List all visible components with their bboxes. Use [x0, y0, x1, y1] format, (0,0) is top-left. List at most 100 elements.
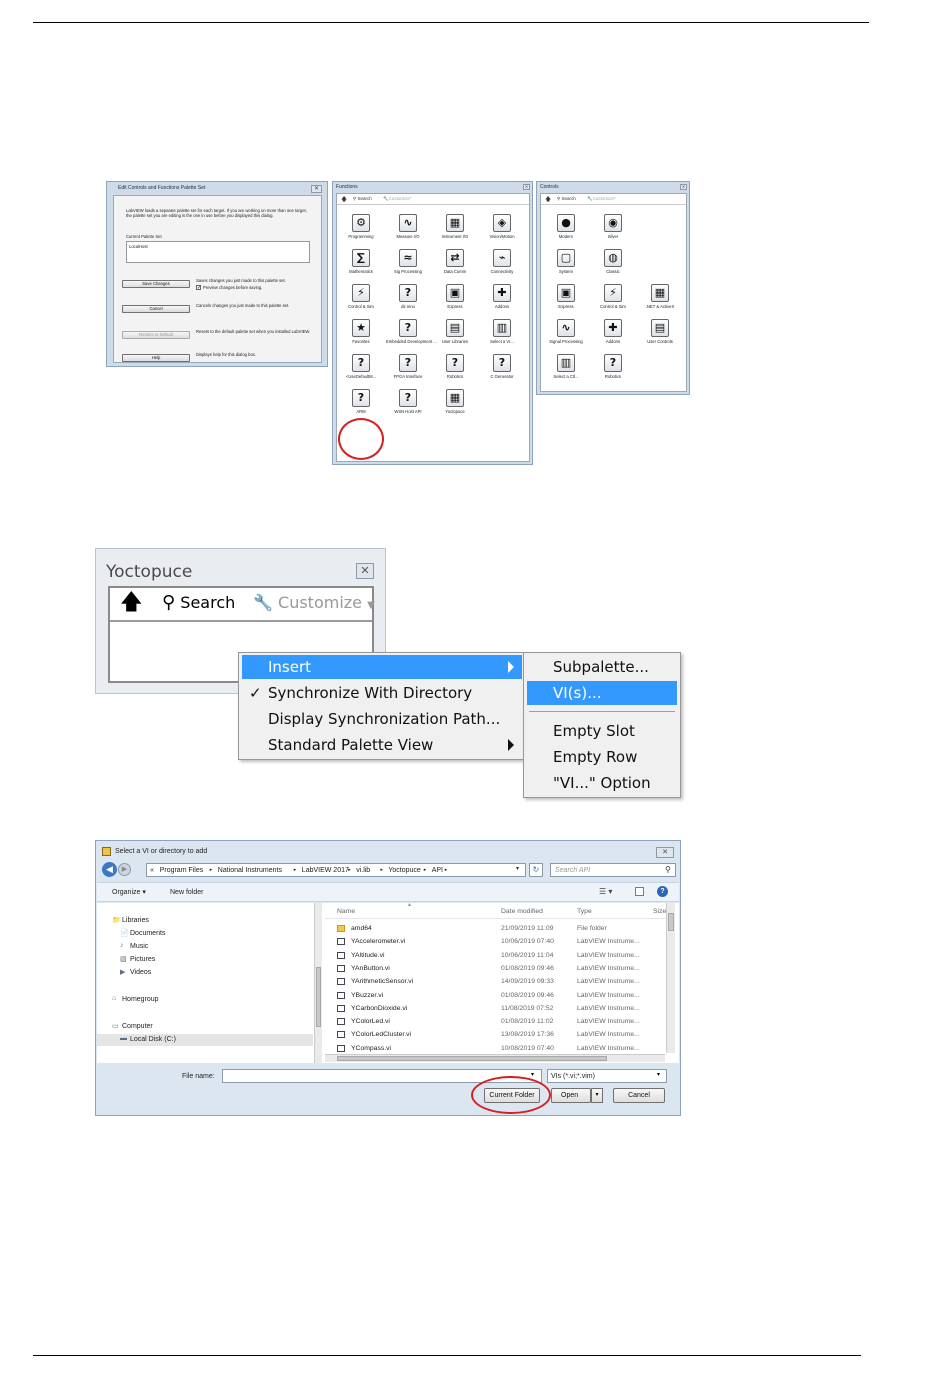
palette-item-silver[interactable]: ◉ Silver	[591, 214, 635, 248]
column-name[interactable]: Name	[337, 905, 355, 918]
filter-select[interactable]: VIs (*.vi;*.vim) ▾	[547, 1069, 667, 1083]
palette-item-wsn-host-api[interactable]: ? WSN Host API	[386, 389, 430, 423]
new-folder-button[interactable]: New folder	[170, 888, 203, 897]
filename-dropdown-icon[interactable]: ▾	[531, 1071, 534, 1078]
submenu-empty-row[interactable]: Empty Row	[527, 745, 677, 769]
file-row-amd64[interactable]: amd64 21/09/2019 11:09 File folder	[325, 922, 665, 935]
cancel-button[interactable]: Cancel	[613, 1088, 665, 1103]
palette-item-addons[interactable]: ✚ Addons	[480, 284, 524, 318]
file-row-yaltitude-vi[interactable]: YAltitude.vi 10/06/2019 11:04 LabVIEW Inst…	[325, 949, 665, 962]
refresh-button[interactable]: ↻	[529, 863, 543, 877]
nav-item-videos[interactable]: ▶ Videos	[97, 967, 313, 979]
nav-item-documents[interactable]: 📄 Documents	[97, 928, 313, 940]
vertical-scrollbar[interactable]	[666, 903, 675, 1053]
submenu-vis[interactable]: VI(s)...	[527, 681, 677, 705]
palette-item-robotics[interactable]: ? Robotics	[591, 354, 635, 388]
open-button[interactable]: Open	[551, 1088, 591, 1103]
submenu-subpalette[interactable]: Subpalette...	[527, 655, 677, 679]
file-row-ybuzzer-vi[interactable]: YBuzzer.vi 01/08/2019 09:46 LabVIEW Instru…	[325, 989, 665, 1002]
up-arrow-icon[interactable]: 🡅	[120, 590, 143, 616]
palette-item-select-a-vi[interactable]: ▥ Select a VI...	[480, 319, 524, 353]
palette-item-control-sim[interactable]: ⚡ Control & Sim	[591, 284, 635, 318]
address-bar[interactable]: «Program Files ▸ National Instruments ▸ LabV…	[146, 863, 526, 877]
cancel-button[interactable]: Cancel	[122, 305, 190, 313]
controls-search[interactable]: ⚲ Search	[557, 196, 576, 202]
file-row-yarithmeticsensor-vi[interactable]: YArithmeticSensor.vi 14/09/2019 09:33 LabV…	[325, 975, 665, 988]
horizontal-scrollbar[interactable]	[325, 1054, 665, 1062]
functions-customize[interactable]: 🔧Customize*	[383, 196, 412, 202]
restore-to-default-button[interactable]: Restore to Default	[122, 331, 190, 339]
palette-item-usedefaultm[interactable]: ? <UseDefaultM...	[339, 354, 383, 388]
help-button[interactable]: Help	[122, 354, 190, 362]
nav-scrollbar[interactable]	[314, 903, 322, 1063]
column-size[interactable]: Size	[653, 905, 666, 918]
forward-button[interactable]: ▶	[118, 863, 131, 876]
preview-pane-icon[interactable]	[635, 887, 644, 896]
breadcrumb-item[interactable]: Program Files	[160, 866, 204, 875]
open-dropdown-icon[interactable]: ▾	[591, 1088, 603, 1103]
submenu-vi-option[interactable]: "VI..." Option	[527, 771, 677, 795]
nav-item-pictures[interactable]: ▧ Pictures	[97, 954, 313, 966]
organize-menu[interactable]: Organize ▾	[112, 888, 146, 897]
palette-item-embedded-development[interactable]: ? Embedded Development ...	[386, 319, 437, 353]
palette-item-system[interactable]: ▢ System	[544, 249, 588, 283]
nav-item-homegroup[interactable]: ⌂ Homegroup	[97, 994, 313, 1006]
breadcrumb-item[interactable]: LabVIEW 2017	[302, 866, 349, 875]
palette-item-mathematics[interactable]: ∑ Mathematics	[339, 249, 383, 283]
palette-item-net-activex[interactable]: ▦ .NET & ActiveX	[638, 284, 682, 318]
functions-search[interactable]: ⚲ Search	[353, 196, 372, 202]
controls-customize[interactable]: 🔧Customize*	[587, 196, 616, 202]
nav-item-computer[interactable]: ▭ Computer	[97, 1021, 313, 1033]
menu-item-display-synchronization-path[interactable]: Display Synchronization Path...	[242, 707, 522, 731]
nav-item-local-disk-c[interactable]: ▬ Local Disk (C:)	[97, 1034, 313, 1046]
search-button[interactable]: ⚲ Search	[162, 593, 235, 613]
palette-item-signal-processing[interactable]: ∿ Signal Processing	[544, 319, 588, 353]
breadcrumb-item[interactable]: vi.lib	[356, 866, 370, 875]
palette-item-favorites[interactable]: ★ Favorites	[339, 319, 383, 353]
palette-item-programming[interactable]: ⚙ Programming	[339, 214, 383, 248]
nav-scroll-thumb[interactable]	[316, 967, 321, 1027]
file-row-ycolorledcluster-vi[interactable]: YColorLedCluster.vi 13/08/2019 17:36 LabVI…	[325, 1028, 665, 1041]
column-date[interactable]: Date modified	[501, 905, 543, 918]
customize-button[interactable]: 🔧 Customize ▼	[253, 593, 375, 616]
close-button[interactable]: ✕	[311, 185, 322, 193]
current-set-list[interactable]: LocalHost	[126, 241, 310, 263]
palette-item-fpga-interface[interactable]: ? FPGA Interface	[386, 354, 430, 388]
palette-item-addons[interactable]: ✚ Addons	[591, 319, 635, 353]
palette-item-yoctopuce[interactable]: ▦ Yoctopuce	[433, 389, 477, 423]
menu-item-standard-palette-view[interactable]: Standard Palette View	[242, 733, 522, 757]
palette-item-sig-processing[interactable]: ≈ Sig Processing	[386, 249, 430, 283]
menu-item-insert[interactable]: Insert	[242, 655, 522, 679]
palette-item-c-generator[interactable]: ? C Generator	[480, 354, 524, 388]
breadcrumb-item[interactable]: National Instruments	[218, 866, 282, 875]
palette-item-express[interactable]: ▣ Express	[433, 284, 477, 318]
view-options-icon[interactable]: ☰ ▾	[599, 887, 612, 896]
preview-checkbox[interactable]: ✓	[196, 285, 201, 291]
help-icon[interactable]: ?	[657, 886, 668, 897]
functions-close-button[interactable]: ✕	[523, 184, 530, 190]
breadcrumb-item[interactable]: API	[432, 866, 443, 875]
palette-item-data-comm[interactable]: ⇄ Data Comm	[433, 249, 477, 283]
palette-item-modern[interactable]: ● Modern	[544, 214, 588, 248]
yoctopuce-close-button[interactable]: ✕	[356, 563, 374, 579]
palette-item-connectivity[interactable]: ⌁ Connectivity	[480, 249, 524, 283]
vertical-scroll-thumb[interactable]	[668, 913, 674, 931]
palette-item-express[interactable]: ▣ Express	[544, 284, 588, 318]
nav-item-music[interactable]: ♪ Music	[97, 941, 313, 953]
file-row-yanbutton-vi[interactable]: YAnButton.vi 01/08/2019 09:46 LabVIEW Inst…	[325, 962, 665, 975]
column-type[interactable]: Type	[577, 905, 592, 918]
menu-item-synchronize-with-directory[interactable]: ✓ Synchronize With Directory	[242, 681, 522, 705]
file-row-ycompass-vi[interactable]: YCompass.vi 10/08/2019 07:40 LabVIEW Instr…	[325, 1042, 665, 1055]
palette-item-user-controls[interactable]: ▤ User Controls	[638, 319, 682, 353]
horizontal-scroll-thumb[interactable]	[337, 1056, 607, 1061]
palette-item-instrument-i-o[interactable]: ▦ Instrument I/O	[433, 214, 477, 248]
nav-item-libraries[interactable]: 📁 Libraries	[97, 915, 313, 927]
file-row-ycarbondioxide-vi[interactable]: YCarbonDioxide.vi 11/08/2019 07:52 LabVIEW…	[325, 1002, 665, 1015]
breadcrumb-item[interactable]: Yoctopuce	[388, 866, 420, 875]
controls-close-button[interactable]: ✕	[680, 184, 687, 190]
palette-item-classic[interactable]: ◍ Classic	[591, 249, 635, 283]
palette-item-measure-i-o[interactable]: ∿ Measure I/O	[386, 214, 430, 248]
file-dialog-close-button[interactable]: ✕	[656, 847, 674, 858]
palette-item-select-a-ctl[interactable]: ▥ Select a Ctl...	[544, 354, 588, 388]
palette-item-user-libraries[interactable]: ▤ User Libraries	[433, 319, 477, 353]
